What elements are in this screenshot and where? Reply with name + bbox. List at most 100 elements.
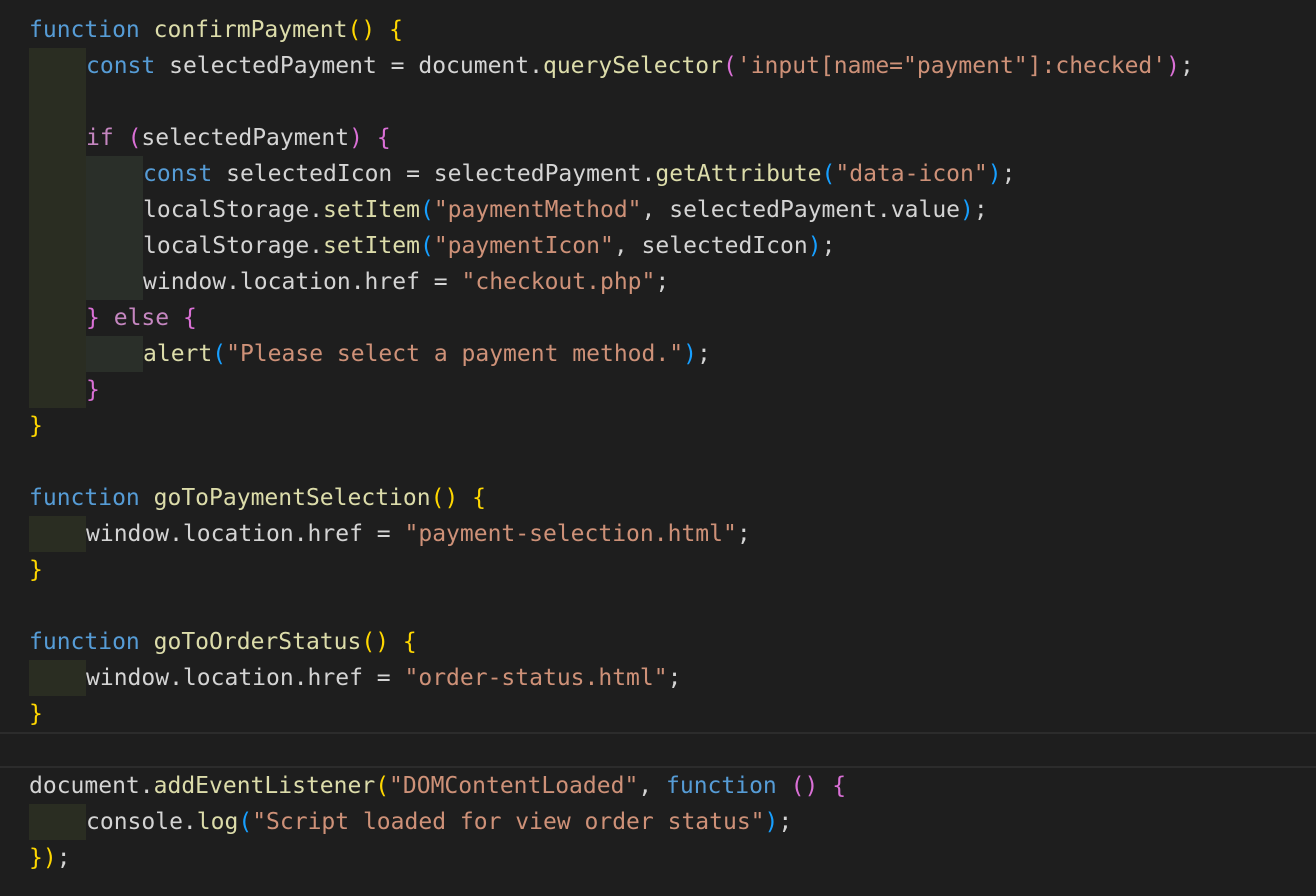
code-token: window.location.href = [143, 269, 462, 295]
code-line[interactable]: } [0, 552, 1316, 588]
indent-guide [29, 228, 86, 264]
code-line[interactable] [0, 588, 1316, 624]
code-token: localStorage. [143, 197, 324, 223]
code-token: "order-status.html" [404, 665, 668, 691]
code-token: localStorage. [143, 233, 324, 259]
code-token: selectedPayment = document. [155, 53, 543, 79]
code-token: setItem [323, 197, 420, 223]
indent-guide [29, 264, 86, 300]
code-token: "data-icon" [835, 161, 988, 187]
code-token: ( [375, 773, 390, 799]
code-token: } [29, 557, 43, 583]
indent-guide [86, 192, 143, 228]
code-token: , [638, 773, 666, 799]
code-token: const [143, 161, 213, 187]
code-token: function [666, 773, 777, 799]
code-line[interactable]: localStorage.setItem("paymentIcon", sele… [0, 228, 1316, 264]
code-token: ; [696, 341, 711, 367]
code-token: "Please select a payment method." [226, 341, 684, 367]
code-token: { [376, 125, 391, 151]
code-token: { [182, 305, 197, 331]
code-token: addEventListener [153, 773, 376, 799]
code-line[interactable]: console.log("Script loaded for view orde… [0, 804, 1316, 840]
code-line[interactable]: function confirmPayment() { [0, 12, 1316, 48]
indent-guide [29, 804, 86, 840]
code-line[interactable]: } [0, 408, 1316, 444]
code-token: window.location.href = [86, 521, 405, 547]
code-token: } [86, 377, 100, 403]
indent-guide [29, 660, 86, 696]
code-token: ) [349, 125, 363, 151]
code-line[interactable]: }); [0, 840, 1316, 876]
code-token: querySelector [542, 53, 723, 79]
code-token: ( [419, 197, 434, 223]
code-token: if [86, 125, 114, 151]
code-token: ; [778, 809, 793, 835]
code-line[interactable]: const selectedPayment = document.querySe… [0, 48, 1316, 84]
code-token: ; [667, 665, 682, 691]
code-token: const [86, 53, 156, 79]
code-token: alert [143, 341, 213, 367]
code-line[interactable]: window.location.href = "checkout.php"; [0, 264, 1316, 300]
indent-guide [29, 156, 86, 192]
code-token: ) [764, 809, 779, 835]
code-token: ( [723, 53, 737, 79]
code-token: ) [987, 161, 1002, 187]
code-token: 'input[name="payment"]:checked' [736, 53, 1167, 79]
code-editor[interactable]: function confirmPayment() {const selecte… [0, 0, 1316, 896]
indent-guide [86, 228, 143, 264]
code-token: ; [1179, 53, 1194, 79]
code-token: () [790, 773, 819, 799]
indent-guide [86, 264, 143, 300]
code-line[interactable] [0, 84, 1316, 120]
code-line[interactable]: alert("Please select a payment method.")… [0, 336, 1316, 372]
indent-guide [29, 336, 86, 372]
code-token: goToPaymentSelection [153, 485, 431, 511]
code-token: } [29, 413, 43, 439]
code-token: ) [42, 845, 57, 871]
code-line[interactable]: const selectedIcon = selectedPayment.get… [0, 156, 1316, 192]
code-token: getAttribute [655, 161, 822, 187]
code-token: ( [212, 341, 227, 367]
code-line[interactable]: function goToPaymentSelection() { [0, 480, 1316, 516]
code-line[interactable]: window.location.href = "payment-selectio… [0, 516, 1316, 552]
code-token: ) [1166, 53, 1180, 79]
code-line[interactable]: } else { [0, 300, 1316, 336]
code-line[interactable]: function goToOrderStatus() { [0, 624, 1316, 660]
code-token: ( [821, 161, 836, 187]
code-token: ; [973, 197, 988, 223]
code-line[interactable]: } [0, 372, 1316, 408]
indent-guide [29, 192, 86, 228]
code-token: confirmPayment [153, 17, 348, 43]
code-token: { [472, 485, 487, 511]
code-token: () [430, 485, 459, 511]
indent-guide [29, 84, 86, 120]
code-token: ( [238, 809, 253, 835]
code-token: ; [56, 845, 71, 871]
code-line[interactable]: document.addEventListener("DOMContentLoa… [0, 768, 1316, 804]
code-token: function [29, 629, 140, 655]
code-line[interactable]: window.location.href = "order-status.htm… [0, 660, 1316, 696]
indent-guide [86, 336, 143, 372]
code-token: { [389, 17, 403, 43]
code-token: window.location.href = [86, 665, 405, 691]
code-token: selectedPayment [141, 125, 350, 151]
code-token: log [196, 809, 239, 835]
code-token: "checkout.php" [461, 269, 656, 295]
code-line[interactable] [0, 444, 1316, 480]
code-token: } [29, 701, 43, 727]
code-line[interactable] [0, 732, 1316, 768]
indent-guide [29, 372, 86, 408]
code-line[interactable]: } [0, 696, 1316, 732]
code-line[interactable]: if (selectedPayment) { [0, 120, 1316, 156]
code-line[interactable]: localStorage.setItem("paymentMethod", se… [0, 192, 1316, 228]
